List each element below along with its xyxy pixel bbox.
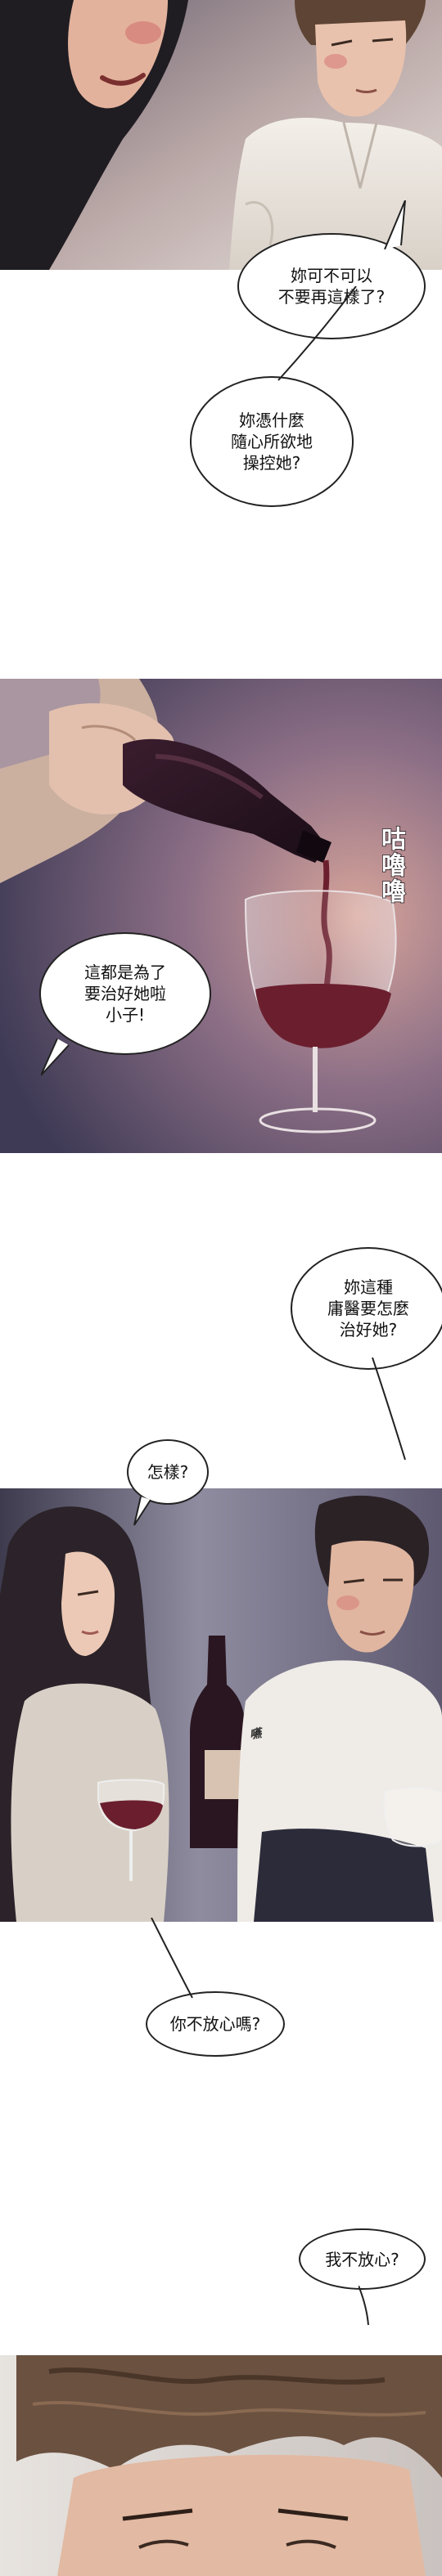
panel-couple-at-bar: 嚥 (0, 1488, 442, 1922)
speech-bubble-2: 妳憑什麼 隨心所欲地 操控她? (190, 376, 354, 507)
panel-wine-pouring: 咕嚕嚕 (0, 679, 442, 1153)
panel-argument-closeup (0, 0, 442, 270)
speech-bubble-3: 這都是為了 要治好她啦 小子! (39, 932, 211, 1055)
panel-man-closeup (0, 2355, 442, 2576)
bubble-tail-6 (151, 1918, 193, 1999)
speech-text-3: 這都是為了 要治好她啦 小子! (84, 963, 166, 1025)
bubble-tail-7 (359, 2286, 369, 2326)
speech-bubble-7: 我不放心? (299, 2228, 426, 2290)
speech-text-2: 妳憑什麼 隨心所欲地 操控她? (231, 411, 313, 473)
speech-text-6: 你不放心嗎? (169, 2014, 261, 2034)
bubble-tail-4 (372, 1358, 406, 1461)
speech-bubble-4: 妳這種 庸醫要怎麼 治好她? (291, 1247, 442, 1370)
bubble-tail-1 (384, 200, 406, 249)
bubble-tail-2 (277, 286, 357, 381)
speech-text-7: 我不放心? (325, 2249, 399, 2269)
bubble-tail-5 (133, 1497, 151, 1526)
speech-bubble-5: 怎樣? (127, 1439, 209, 1505)
speech-text-4: 妳這種 庸醫要怎麼 治好她? (327, 1277, 409, 1340)
pouring-sound-effect: 咕嚕嚕 (376, 825, 406, 905)
bubble-tail-3 (41, 1039, 70, 1076)
speech-text-5: 怎樣? (147, 1462, 189, 1482)
speech-bubble-6: 你不放心嗎? (146, 1991, 285, 2057)
